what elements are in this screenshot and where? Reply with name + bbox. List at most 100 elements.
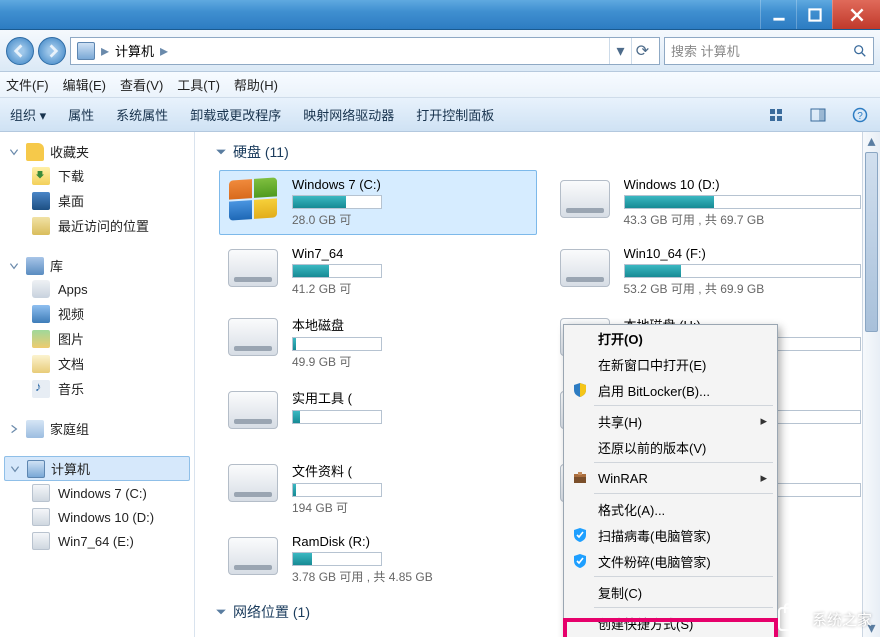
ctx-share[interactable]: 共享(H)▸	[564, 408, 777, 434]
sidebar-item-music[interactable]: 音乐	[4, 376, 190, 401]
submenu-arrow-icon: ▸	[760, 470, 767, 486]
winrar-icon	[570, 468, 590, 488]
computer-icon	[77, 42, 95, 60]
sidebar-item-downloads[interactable]: 下载	[4, 163, 190, 188]
scroll-up-icon[interactable]: ▴	[863, 132, 880, 150]
sidebar-item-videos[interactable]: 视频	[4, 301, 190, 326]
breadcrumb-root[interactable]: 计算机	[115, 41, 154, 60]
collapse-icon	[215, 606, 227, 618]
drive-space: 3.78 GB 可用 , 共 4.85 GB	[292, 568, 530, 585]
ctx-copy[interactable]: 复制(C)	[564, 579, 777, 605]
ctx-winrar[interactable]: WinRAR▸	[564, 465, 777, 491]
qqguanjia-icon	[570, 551, 590, 571]
help-icon[interactable]: ?	[850, 105, 870, 125]
search-input[interactable]: 搜索 计算机	[664, 37, 874, 65]
sidebar-item-apps[interactable]: Apps	[4, 277, 190, 301]
drive-item[interactable]: Win7_6441.2 GB 可	[219, 239, 537, 304]
view-options-icon[interactable]	[766, 105, 786, 125]
sidebar-item-label: Windows 10 (D:)	[58, 510, 154, 525]
refresh-button[interactable]: ⟳	[631, 38, 653, 64]
drive-name: Win10_64 (F:)	[624, 246, 862, 261]
maximize-button[interactable]	[796, 0, 832, 29]
sidebar-item-label: 最近访问的位置	[58, 216, 149, 235]
drive-name: 实用工具 (	[292, 388, 530, 407]
drive-name: 本地磁盘	[292, 315, 530, 334]
drive-icon	[32, 508, 50, 526]
address-row: ▸ 计算机 ▸ ▾ ⟳ 搜索 计算机	[0, 30, 880, 72]
ctx-scan-virus[interactable]: 扫描病毒(电脑管家)	[564, 522, 777, 548]
sidebar-item-drive-d[interactable]: Windows 10 (D:)	[4, 505, 190, 529]
search-placeholder: 搜索 计算机	[671, 41, 740, 60]
sidebar-item-label: 下载	[58, 166, 84, 185]
address-dropdown-button[interactable]: ▾	[609, 38, 631, 64]
menu-edit[interactable]: 编辑(E)	[63, 75, 106, 94]
sidebar-item-drive-c[interactable]: Windows 7 (C:)	[4, 481, 190, 505]
ctx-format[interactable]: 格式化(A)...	[564, 496, 777, 522]
documents-icon	[32, 355, 50, 373]
ctx-separator	[594, 405, 773, 406]
capacity-bar	[292, 552, 382, 566]
preview-pane-icon[interactable]	[808, 105, 828, 125]
section-hdd-header[interactable]: 硬盘 (11)	[195, 132, 880, 166]
forward-button[interactable]	[38, 37, 66, 65]
toolbar-mapdrive[interactable]: 映射网络驱动器	[303, 105, 394, 124]
sidebar-item-recent[interactable]: 最近访问的位置	[4, 213, 190, 238]
sidebar-item-drive-e[interactable]: Win7_64 (E:)	[4, 529, 190, 553]
sidebar-item-desktop[interactable]: 桌面	[4, 188, 190, 213]
menu-bar: 文件(F) 编辑(E) 查看(V) 工具(T) 帮助(H)	[0, 72, 880, 98]
ctx-restore-versions[interactable]: 还原以前的版本(V)	[564, 434, 777, 460]
svg-text:?: ?	[857, 111, 863, 122]
address-bar[interactable]: ▸ 计算机 ▸ ▾ ⟳	[70, 37, 660, 65]
ctx-bitlocker[interactable]: 启用 BitLocker(B)...	[564, 377, 777, 403]
desktop-icon	[32, 192, 50, 210]
watermark: 系统之家	[778, 607, 872, 631]
ctx-file-shred[interactable]: 文件粉碎(电脑管家)	[564, 548, 777, 574]
toolbar-ctrlpanel[interactable]: 打开控制面板	[416, 105, 494, 124]
downloads-icon	[32, 167, 50, 185]
vertical-scrollbar[interactable]: ▴ ▾	[862, 132, 880, 637]
toolbar-organize[interactable]: 组织 ▾	[10, 105, 46, 124]
ctx-create-shortcut[interactable]: 创建快捷方式(S)	[564, 610, 777, 636]
drive-item[interactable]: RamDisk (R:)3.78 GB 可用 , 共 4.85 GB	[219, 527, 537, 592]
sidebar-item-documents[interactable]: 文档	[4, 351, 190, 376]
windows-flag-icon	[229, 177, 277, 220]
drive-item[interactable]: 本地磁盘49.9 GB 可	[219, 308, 537, 377]
sidebar-computer-header[interactable]: 计算机	[4, 456, 190, 481]
sidebar-item-label: Win7_64 (E:)	[58, 534, 134, 549]
capacity-bar	[624, 264, 862, 278]
drive-icon	[32, 532, 50, 550]
drive-item[interactable]: Windows 10 (D:)43.3 GB 可用 , 共 69.7 GB	[551, 170, 869, 235]
toolbar-sysprops[interactable]: 系统属性	[116, 105, 168, 124]
window-titlebar	[0, 0, 880, 30]
capacity-bar	[292, 195, 382, 209]
close-button[interactable]	[832, 0, 880, 29]
toolbar-properties[interactable]: 属性	[68, 105, 94, 124]
drive-item[interactable]: Windows 7 (C:) 28.0 GB 可	[219, 170, 537, 235]
drive-icon	[32, 484, 50, 502]
menu-view[interactable]: 查看(V)	[120, 75, 163, 94]
ctx-open[interactable]: 打开(O)	[564, 325, 777, 351]
sidebar-item-label: Windows 7 (C:)	[58, 486, 147, 501]
menu-help[interactable]: 帮助(H)	[234, 75, 278, 94]
scrollbar-thumb[interactable]	[865, 152, 878, 332]
section-title: 硬盘 (11)	[233, 142, 289, 162]
drive-item[interactable]: Win10_64 (F:)53.2 GB 可用 , 共 69.9 GB	[551, 239, 869, 304]
menu-file[interactable]: 文件(F)	[6, 75, 49, 94]
drive-space: 41.2 GB 可	[292, 280, 530, 297]
toolbar-uninstall[interactable]: 卸载或更改程序	[190, 105, 281, 124]
drive-item[interactable]: 实用工具 (	[219, 381, 537, 450]
back-button[interactable]	[6, 37, 34, 65]
sidebar-item-label: 收藏夹	[50, 142, 89, 161]
menu-tools[interactable]: 工具(T)	[177, 75, 220, 94]
drive-space: 28.0 GB 可	[292, 211, 530, 228]
toolbar: 组织 ▾ 属性 系统属性 卸载或更改程序 映射网络驱动器 打开控制面板 ?	[0, 98, 880, 132]
drive-item[interactable]: 文件资料 (194 GB 可	[219, 454, 537, 523]
pictures-icon	[32, 330, 50, 348]
sidebar-libraries-header[interactable]: 库	[4, 254, 190, 277]
sidebar-favorites-header[interactable]: 收藏夹	[4, 140, 190, 163]
sidebar-homegroup-header[interactable]: 家庭组	[4, 417, 190, 440]
minimize-button[interactable]	[760, 0, 796, 29]
drive-name: Windows 7 (C:)	[292, 177, 530, 192]
sidebar-item-pictures[interactable]: 图片	[4, 326, 190, 351]
ctx-open-new-window[interactable]: 在新窗口中打开(E)	[564, 351, 777, 377]
